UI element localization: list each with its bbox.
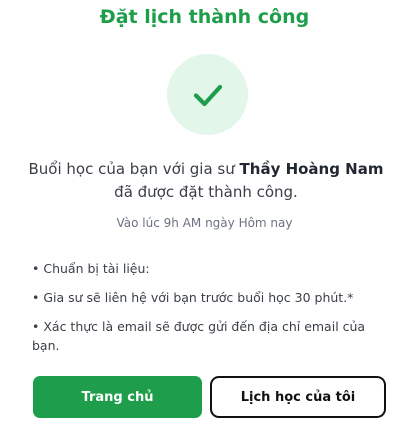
confirmation-message: Buổi học của bạn với gia sư Thầy Hoàng N… bbox=[24, 158, 388, 204]
my-schedule-button[interactable]: Lịch học của tôi bbox=[210, 376, 386, 418]
note-item: • Xác thực là email sẽ được gửi đến địa … bbox=[32, 319, 366, 353]
tutor-name: Thầy Hoàng Nam bbox=[239, 160, 384, 178]
note-item: • Chuẩn bị tài liệu: bbox=[32, 261, 150, 276]
message-prefix: Buổi học của bạn với gia sư bbox=[28, 160, 240, 178]
session-time: Vào lúc 9h AM ngày Hôm nay bbox=[116, 216, 293, 230]
success-badge bbox=[167, 54, 248, 135]
page-title: Đặt lịch thành công bbox=[99, 6, 310, 28]
checkmark-icon bbox=[193, 84, 222, 106]
notes-list: • Chuẩn bị tài liệu: • Gia sư sẽ liên hệ… bbox=[32, 259, 377, 365]
note-item: • Gia sư sẽ liên hệ với bạn trước buổi h… bbox=[32, 290, 354, 305]
message-suffix: đã được đặt thành công. bbox=[114, 183, 298, 201]
home-button[interactable]: Trang chủ bbox=[33, 376, 202, 418]
